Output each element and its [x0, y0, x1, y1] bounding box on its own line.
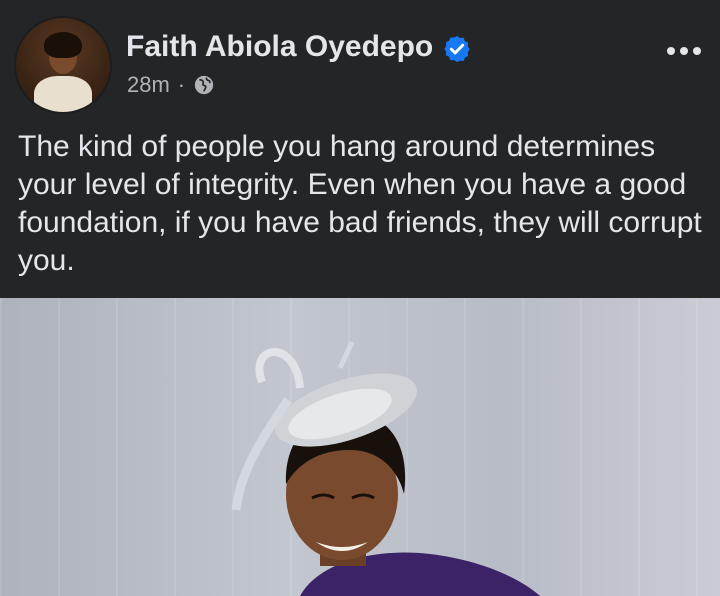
meta-separator: ·: [177, 72, 186, 97]
photo-woman-illustration: [231, 340, 540, 596]
verified-badge-icon: [444, 35, 470, 63]
post-header: Faith Abiola Oyedepo 28m ·: [0, 0, 720, 120]
avatar-dress: [34, 76, 92, 112]
post-photo[interactable]: [0, 298, 720, 596]
more-options-button[interactable]: [662, 36, 706, 66]
author-avatar[interactable]: [16, 18, 110, 112]
globe-icon: [194, 75, 214, 95]
avatar-hair: [44, 32, 82, 58]
more-dot-icon: [680, 47, 688, 55]
post-meta: 28m ·: [127, 72, 215, 98]
post-text: The kind of people you hang around deter…: [18, 130, 702, 277]
author-name[interactable]: Faith Abiola Oyedepo: [126, 30, 433, 64]
more-dot-icon: [667, 47, 675, 55]
more-dot-icon: [693, 47, 701, 55]
post-time[interactable]: 28m: [127, 72, 170, 98]
